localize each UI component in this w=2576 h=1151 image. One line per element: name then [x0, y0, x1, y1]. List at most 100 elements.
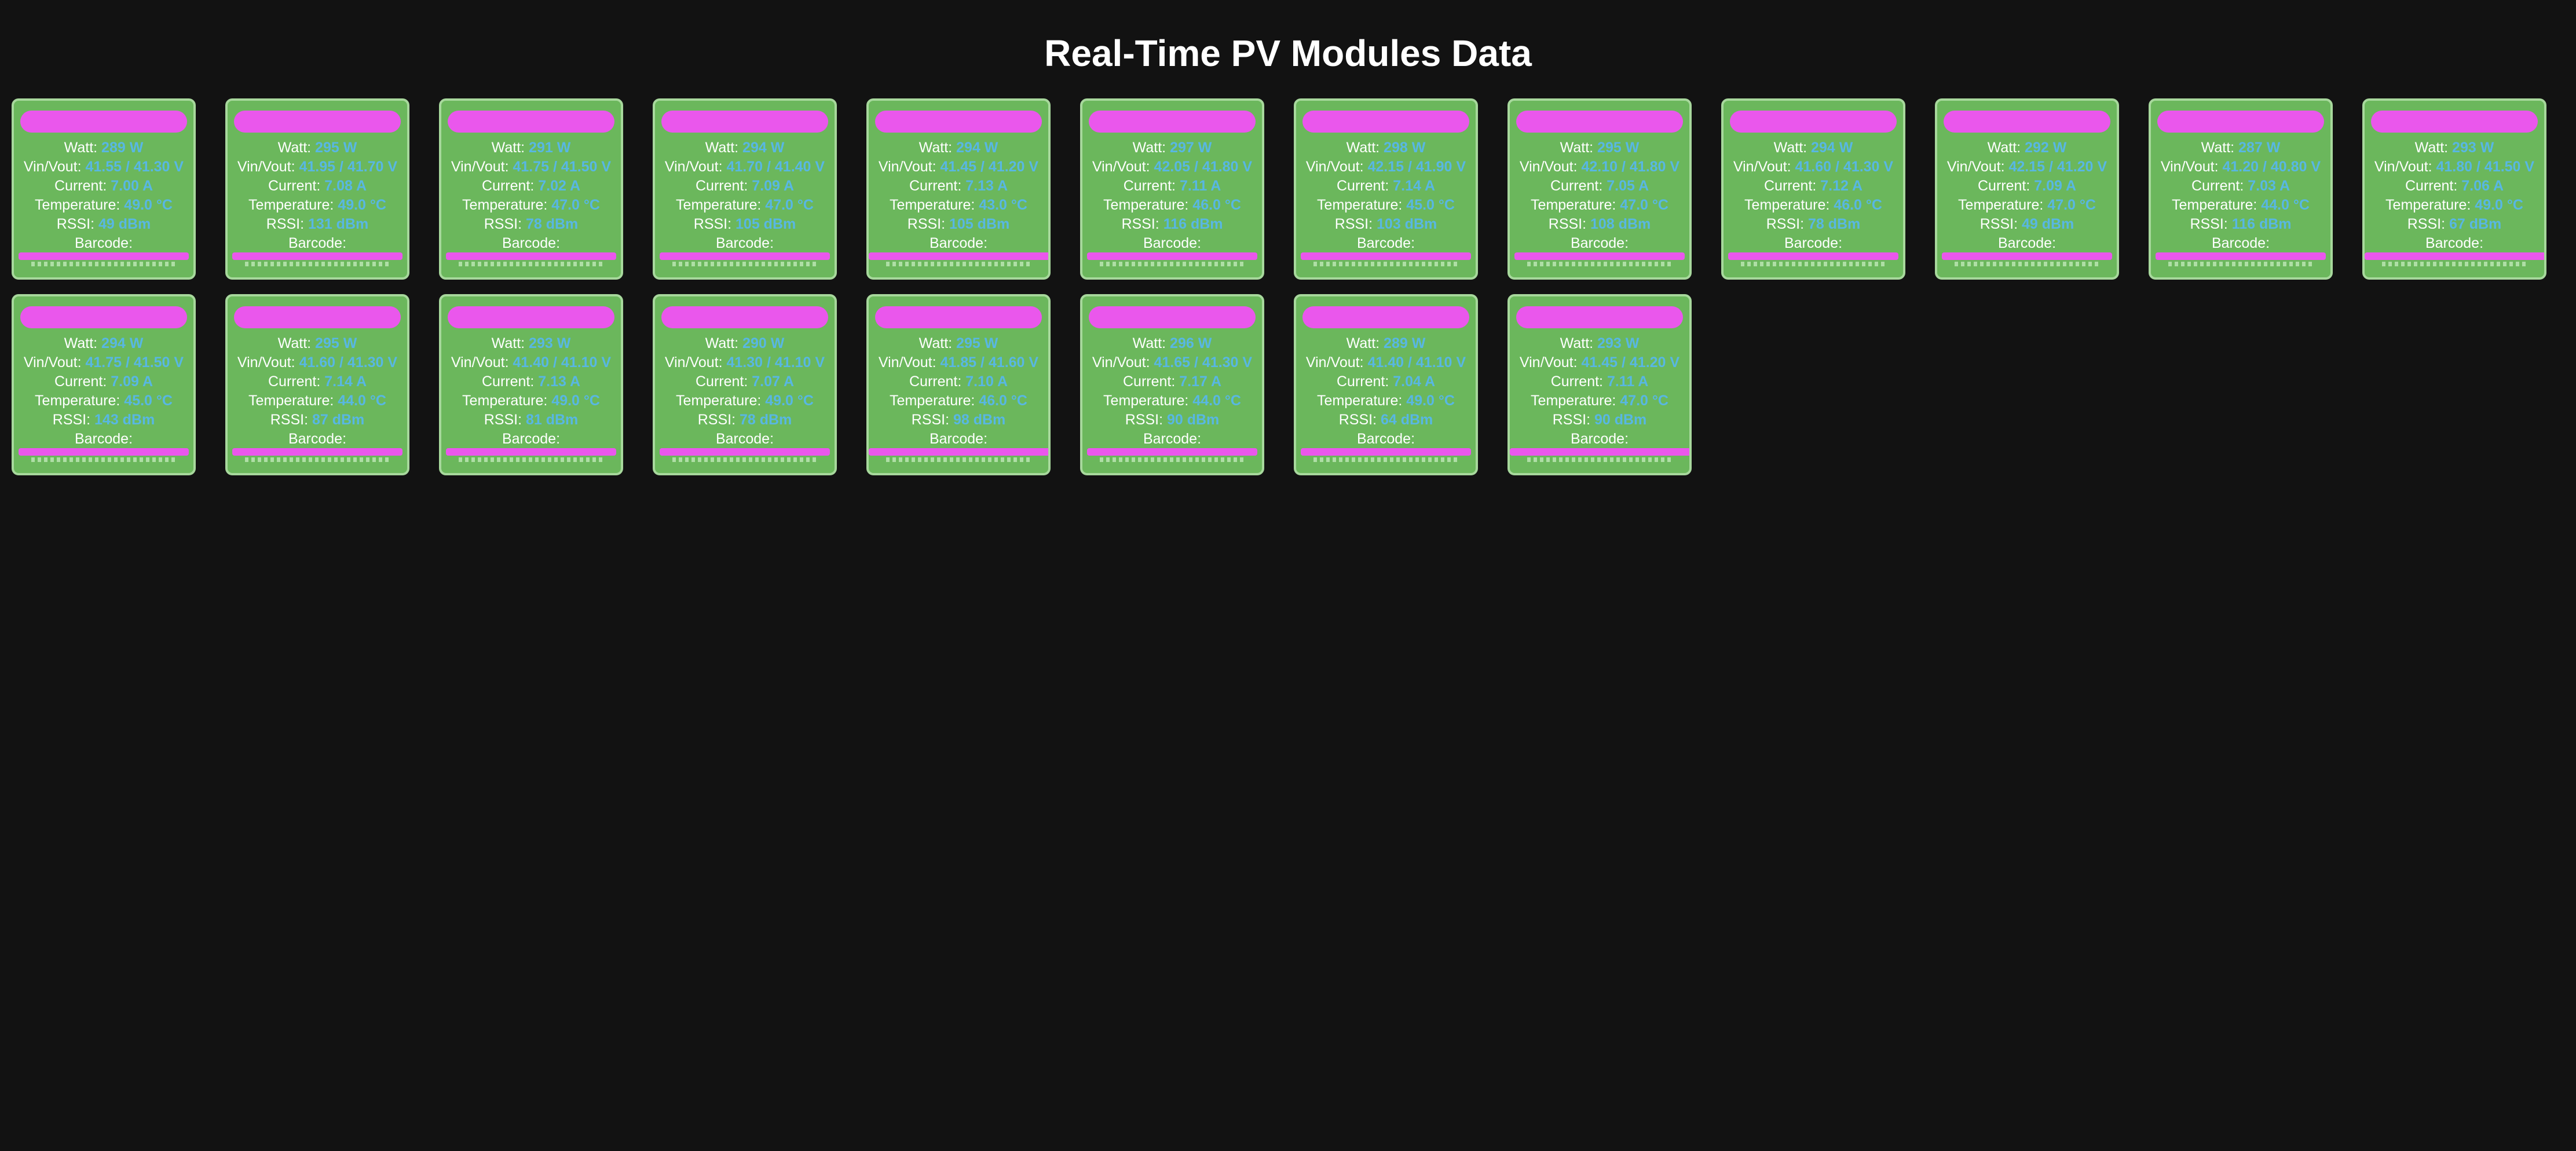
temperature-value: 49.0 °C [2475, 197, 2523, 213]
temperature-value: 45.0 °C [124, 393, 173, 409]
page-title: Real-Time PV Modules Data [1044, 32, 1532, 74]
vinvout-row: Vin/Vout: 42.05 / 41.80 V [1082, 157, 1262, 177]
rssi-value: 105 dBm [736, 216, 796, 232]
module-card[interactable]: Watt: 298 W Vin/Vout: 42.15 / 41.90 V Cu… [1294, 98, 1478, 280]
temperature-row: Temperature: 46.0 °C [869, 391, 1048, 410]
module-card[interactable]: Watt: 290 W Vin/Vout: 41.30 / 41.10 V Cu… [653, 294, 837, 475]
rssi-row: RSSI: 116 dBm [2151, 215, 2330, 234]
rssi-label: RSSI: [1125, 412, 1163, 428]
module-card[interactable]: Watt: 294 W Vin/Vout: 41.75 / 41.50 V Cu… [12, 294, 196, 475]
barcode-strip [1955, 262, 2099, 266]
rssi-value: 81 dBm [525, 412, 579, 428]
rssi-row: RSSI: 64 dBm [1296, 410, 1476, 430]
current-label: Current: [2405, 178, 2458, 194]
barcode-label: Barcode: [288, 431, 347, 447]
module-name-bar [448, 306, 614, 328]
temperature-value: 44.0 °C [338, 393, 386, 409]
rssi-value: 90 dBm [1594, 412, 1647, 428]
watt-value: 294 W [1811, 140, 1853, 156]
rssi-value: 87 dBm [312, 412, 365, 428]
watt-value: 293 W [1597, 335, 1640, 351]
module-card[interactable]: Watt: 296 W Vin/Vout: 41.65 / 41.30 V Cu… [1080, 294, 1264, 475]
vinvout-label: Vin/Vout: [1519, 159, 1578, 175]
temperature-value: 46.0 °C [1192, 197, 1241, 213]
watt-row: Watt: 294 W [869, 138, 1048, 157]
barcode-row: Barcode: [1296, 234, 1476, 253]
current-value: 7.02 A [538, 178, 580, 194]
module-card[interactable]: Watt: 289 W Vin/Vout: 41.40 / 41.10 V Cu… [1294, 294, 1478, 475]
current-label: Current: [1764, 178, 1817, 194]
module-card[interactable]: Watt: 293 W Vin/Vout: 41.80 / 41.50 V Cu… [2362, 98, 2546, 280]
barcode-row: Barcode: [1082, 430, 1262, 449]
module-footer-bar [1942, 252, 2112, 260]
watt-label: Watt: [491, 140, 525, 156]
vinvout-row: Vin/Vout: 41.95 / 41.70 V [228, 157, 407, 177]
module-card[interactable]: Watt: 297 W Vin/Vout: 42.05 / 41.80 V Cu… [1080, 98, 1264, 280]
module-card[interactable]: Watt: 291 W Vin/Vout: 41.75 / 41.50 V Cu… [439, 98, 623, 280]
barcode-label: Barcode: [2425, 235, 2484, 251]
module-card[interactable]: Watt: 295 W Vin/Vout: 41.85 / 41.60 V Cu… [866, 294, 1051, 475]
barcode-label: Barcode: [1997, 235, 2057, 251]
watt-label: Watt: [491, 335, 525, 351]
current-row: Current: 7.04 A [1296, 372, 1476, 391]
module-card[interactable]: Watt: 294 W Vin/Vout: 41.45 / 41.20 V Cu… [866, 98, 1051, 280]
temperature-row: Temperature: 47.0 °C [1510, 391, 1689, 410]
module-card[interactable]: Watt: 295 W Vin/Vout: 41.95 / 41.70 V Cu… [225, 98, 409, 280]
rssi-value: 64 dBm [1380, 412, 1433, 428]
vinvout-row: Vin/Vout: 41.30 / 41.10 V [655, 353, 835, 372]
temperature-label: Temperature: [1103, 393, 1189, 409]
vinvout-value: 42.15 / 41.20 V [2008, 159, 2107, 175]
current-value: 7.17 A [1179, 373, 1221, 390]
vinvout-label: Vin/Vout: [23, 354, 82, 371]
temperature-value: 49.0 °C [338, 197, 386, 213]
watt-value: 287 W [2238, 140, 2281, 156]
rssi-value: 143 dBm [94, 412, 155, 428]
module-readings: Watt: 295 W Vin/Vout: 41.60 / 41.30 V Cu… [228, 334, 407, 449]
watt-label: Watt: [1346, 335, 1380, 351]
watt-label: Watt: [705, 335, 739, 351]
module-card[interactable]: Watt: 293 W Vin/Vout: 41.40 / 41.10 V Cu… [439, 294, 623, 475]
vinvout-row: Vin/Vout: 42.15 / 41.90 V [1296, 157, 1476, 177]
module-card[interactable]: Watt: 293 W Vin/Vout: 41.45 / 41.20 V Cu… [1507, 294, 1692, 475]
module-card[interactable]: Watt: 294 W Vin/Vout: 41.60 / 41.30 V Cu… [1721, 98, 1905, 280]
module-readings: Watt: 289 W Vin/Vout: 41.40 / 41.10 V Cu… [1296, 334, 1476, 449]
barcode-row: Barcode: [228, 430, 407, 449]
vinvout-row: Vin/Vout: 41.75 / 41.50 V [441, 157, 621, 177]
vinvout-row: Vin/Vout: 41.80 / 41.50 V [2365, 157, 2544, 177]
vinvout-value: 41.85 / 41.60 V [940, 354, 1039, 371]
module-name-bar [448, 111, 614, 133]
module-card[interactable]: Watt: 295 W Vin/Vout: 42.10 / 41.80 V Cu… [1507, 98, 1692, 280]
barcode-label: Barcode: [715, 431, 774, 447]
watt-label: Watt: [64, 140, 98, 156]
module-readings: Watt: 294 W Vin/Vout: 41.70 / 41.40 V Cu… [655, 138, 835, 253]
module-footer-bar [1301, 448, 1471, 456]
temperature-label: Temperature: [462, 393, 548, 409]
vinvout-value: 41.95 / 41.70 V [299, 159, 398, 175]
temperature-row: Temperature: 49.0 °C [441, 391, 621, 410]
temperature-row: Temperature: 45.0 °C [14, 391, 193, 410]
module-name-bar [1302, 306, 1469, 328]
module-readings: Watt: 292 W Vin/Vout: 42.15 / 41.20 V Cu… [1937, 138, 2117, 253]
barcode-row: Barcode: [1296, 430, 1476, 449]
current-value: 7.10 A [965, 373, 1008, 390]
module-card[interactable]: Watt: 287 W Vin/Vout: 41.20 / 40.80 V Cu… [2149, 98, 2333, 280]
module-footer-bar [446, 252, 616, 260]
vinvout-value: 42.15 / 41.90 V [1367, 159, 1466, 175]
current-row: Current: 7.12 A [1724, 177, 1903, 196]
barcode-label: Barcode: [1356, 235, 1415, 251]
watt-value: 298 W [1384, 140, 1426, 156]
current-row: Current: 7.07 A [655, 372, 835, 391]
module-card[interactable]: Watt: 289 W Vin/Vout: 41.55 / 41.30 V Cu… [12, 98, 196, 280]
rssi-row: RSSI: 105 dBm [655, 215, 835, 234]
current-row: Current: 7.09 A [655, 177, 835, 196]
current-label: Current: [909, 373, 962, 390]
module-card[interactable]: Watt: 295 W Vin/Vout: 41.60 / 41.30 V Cu… [225, 294, 409, 475]
watt-row: Watt: 296 W [1082, 334, 1262, 353]
watt-value: 296 W [1170, 335, 1212, 351]
vinvout-value: 41.65 / 41.30 V [1154, 354, 1253, 371]
module-card[interactable]: Watt: 294 W Vin/Vout: 41.70 / 41.40 V Cu… [653, 98, 837, 280]
current-label: Current: [696, 178, 748, 194]
temperature-label: Temperature: [1103, 197, 1189, 213]
module-card[interactable]: Watt: 292 W Vin/Vout: 42.15 / 41.20 V Cu… [1935, 98, 2119, 280]
watt-label: Watt: [277, 140, 312, 156]
